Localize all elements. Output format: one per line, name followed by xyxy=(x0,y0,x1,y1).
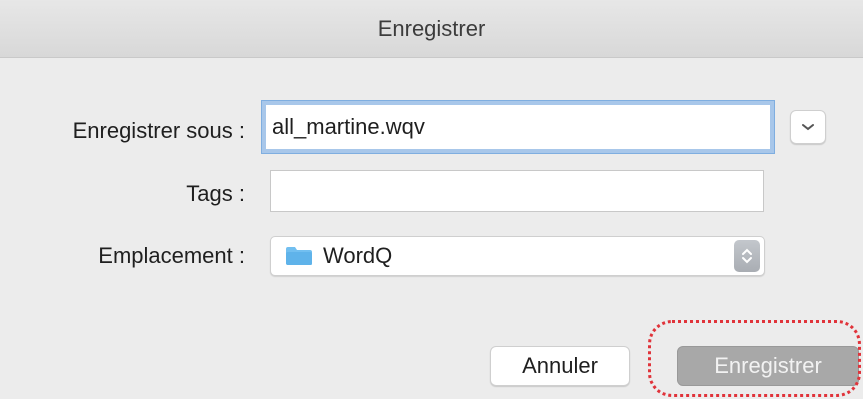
tags-field[interactable] xyxy=(270,170,764,212)
expand-dialog-button[interactable] xyxy=(790,110,826,144)
save-as-label: Enregistrer sous : xyxy=(72,118,245,143)
location-value: WordQ xyxy=(323,243,393,268)
dialog-titlebar: Enregistrer xyxy=(0,0,863,58)
location-label: Emplacement : xyxy=(98,243,245,268)
cancel-button[interactable]: Annuler xyxy=(490,346,630,386)
save-button-highlight xyxy=(648,320,861,397)
tags-label: Tags : xyxy=(186,181,245,206)
folder-icon xyxy=(286,247,312,265)
up-down-stepper-icon[interactable] xyxy=(734,240,760,272)
dialog-title: Enregistrer xyxy=(377,15,486,41)
location-popup[interactable]: WordQ xyxy=(270,236,765,276)
save-as-field[interactable] xyxy=(262,101,774,153)
save-as-input[interactable] xyxy=(266,105,770,149)
chevron-down-icon xyxy=(802,124,814,131)
tags-input[interactable] xyxy=(271,171,763,211)
